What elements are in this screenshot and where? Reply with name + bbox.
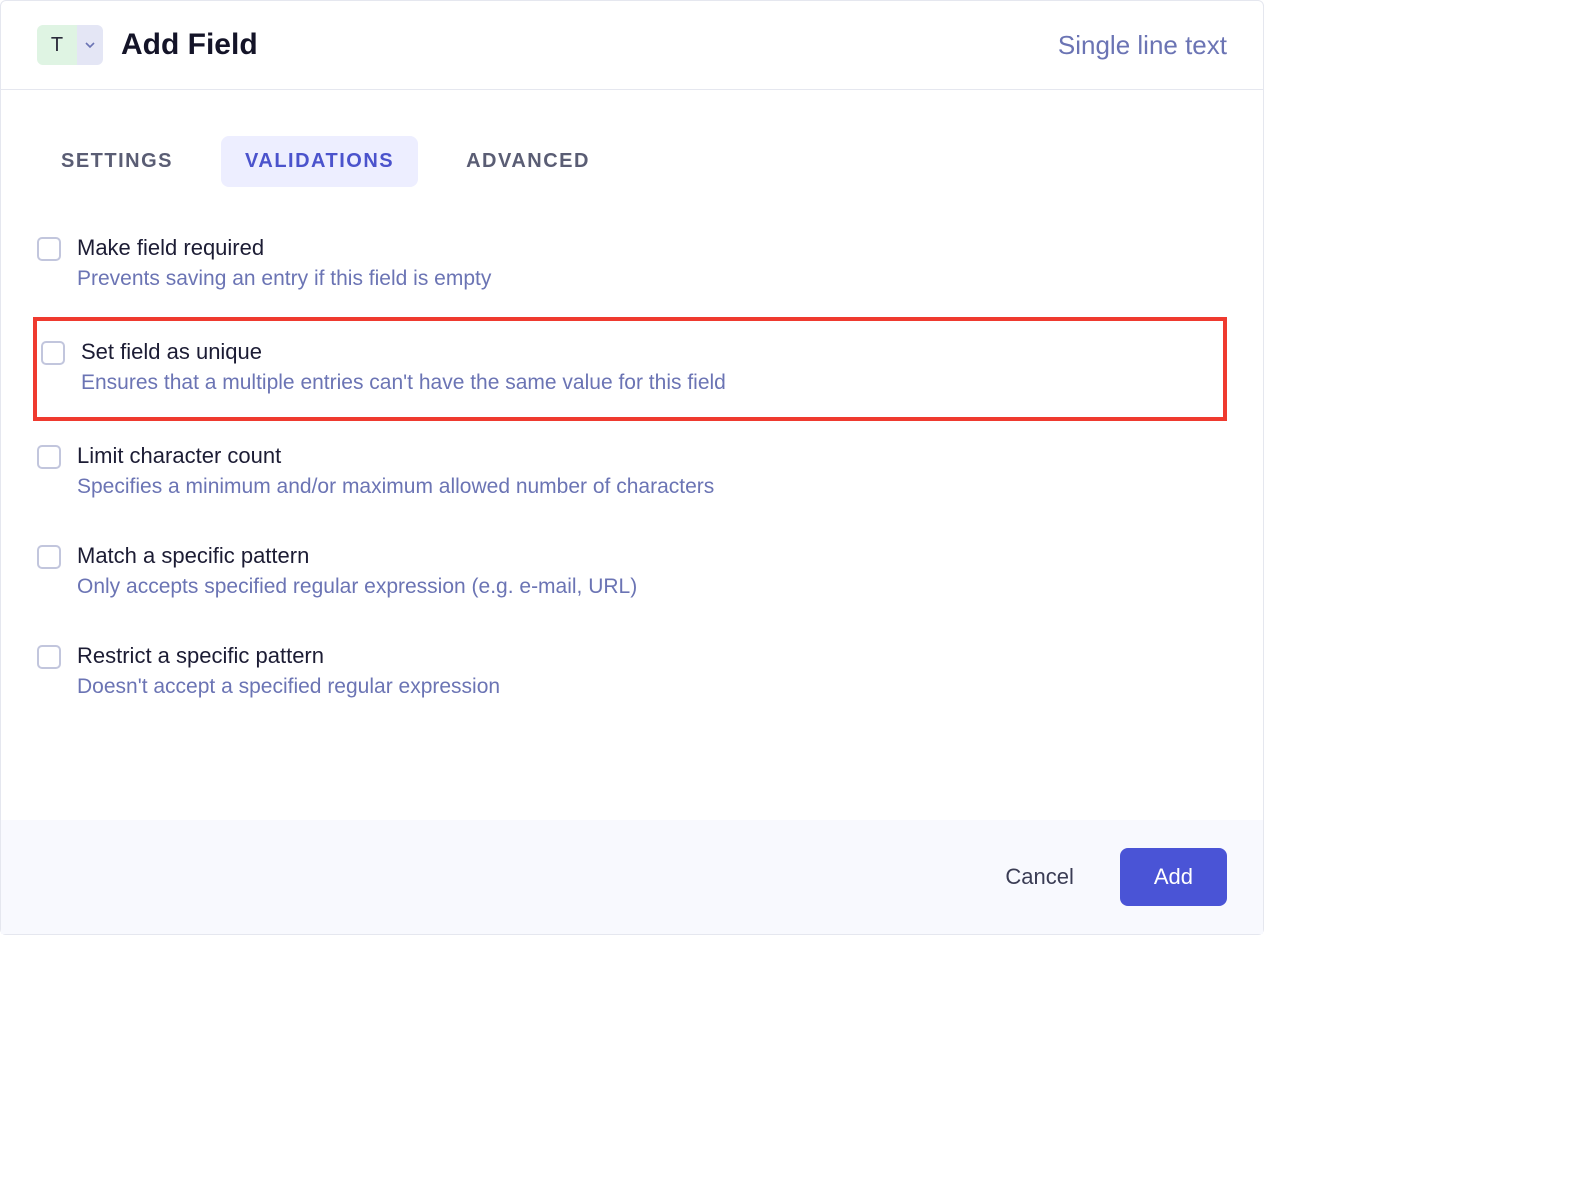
- option-text: Make field required Prevents saving an e…: [77, 235, 1227, 291]
- tab-bar: SETTINGS VALIDATIONS ADVANCED: [1, 90, 1263, 187]
- option-desc: Specifies a minimum and/or maximum allow…: [77, 475, 1227, 499]
- validation-options: Make field required Prevents saving an e…: [1, 187, 1263, 820]
- field-type-selector[interactable]: T: [37, 25, 103, 65]
- checkbox-match[interactable]: [37, 545, 61, 569]
- option-text: Limit character count Specifies a minimu…: [77, 443, 1227, 499]
- option-desc: Prevents saving an entry if this field i…: [77, 267, 1227, 291]
- option-restrict: Restrict a specific pattern Doesn't acce…: [37, 629, 1227, 729]
- option-match: Match a specific pattern Only accepts sp…: [37, 529, 1227, 629]
- field-type-label: Single line text: [1058, 30, 1227, 61]
- tab-advanced[interactable]: ADVANCED: [442, 136, 614, 187]
- option-desc: Ensures that a multiple entries can't ha…: [81, 371, 1213, 395]
- option-text: Set field as unique Ensures that a multi…: [81, 339, 1213, 395]
- option-title: Make field required: [77, 235, 1227, 261]
- checkbox-limit[interactable]: [37, 445, 61, 469]
- option-desc: Only accepts specified regular expressio…: [77, 575, 1227, 599]
- option-desc: Doesn't accept a specified regular expre…: [77, 675, 1227, 699]
- tab-validations[interactable]: VALIDATIONS: [221, 136, 418, 187]
- option-title: Match a specific pattern: [77, 543, 1227, 569]
- chevron-down-icon: [77, 25, 103, 65]
- dialog-footer: Cancel Add: [1, 820, 1263, 934]
- option-title: Restrict a specific pattern: [77, 643, 1227, 669]
- option-limit: Limit character count Specifies a minimu…: [37, 429, 1227, 529]
- checkbox-required[interactable]: [37, 237, 61, 261]
- dialog-header: T Add Field Single line text: [1, 1, 1263, 90]
- option-title: Limit character count: [77, 443, 1227, 469]
- add-button[interactable]: Add: [1120, 848, 1227, 906]
- option-unique: Set field as unique Ensures that a multi…: [33, 317, 1227, 421]
- cancel-button[interactable]: Cancel: [987, 852, 1091, 902]
- header-left: T Add Field: [37, 25, 258, 65]
- option-title: Set field as unique: [81, 339, 1213, 365]
- checkbox-unique[interactable]: [41, 341, 65, 365]
- dialog-title: Add Field: [121, 28, 258, 62]
- checkbox-restrict[interactable]: [37, 645, 61, 669]
- option-text: Match a specific pattern Only accepts sp…: [77, 543, 1227, 599]
- type-letter-icon: T: [37, 25, 77, 65]
- option-required: Make field required Prevents saving an e…: [37, 221, 1227, 321]
- tab-settings[interactable]: SETTINGS: [37, 136, 197, 187]
- add-field-dialog: T Add Field Single line text SETTINGS VA…: [0, 0, 1264, 935]
- option-text: Restrict a specific pattern Doesn't acce…: [77, 643, 1227, 699]
